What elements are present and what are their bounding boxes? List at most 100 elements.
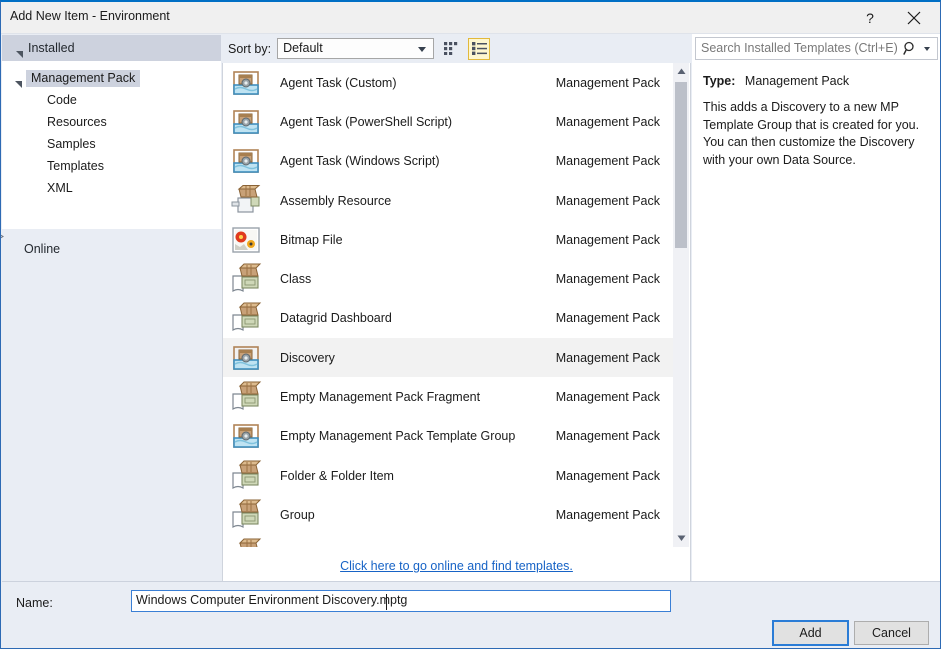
template-group-icon [230,145,262,177]
sort-by-dropdown[interactable]: Default [277,38,435,59]
template-kind: Management Pack [555,114,660,129]
chevron-down-icon [418,47,427,52]
template-kind: Management Pack [555,75,660,90]
online-label: Online [24,241,61,256]
template-list-item[interactable]: Group Management Pack [223,495,674,534]
detail-type-value: Management Pack [744,74,850,88]
help-icon[interactable]: ? [848,2,892,33]
search-icon[interactable] [903,41,917,59]
templates-scrollbar[interactable] [673,63,689,547]
left-navigation-pane: Installed Management Pack Code Resources… [1,34,221,559]
template-category-tree: Management Pack Code Resources Samples T… [2,61,221,229]
search-placeholder: Search Installed Templates (Ctrl+E) [701,41,898,55]
template-name: Assembly Resource [280,193,392,208]
templates-list: Agent Task (Custom) Management Pack Agent … [223,63,674,547]
sort-by-label: Sort by: [228,41,272,56]
tree-item-label: Code [47,93,77,107]
template-name: Agent Task (Windows Script) [280,154,440,169]
detail-description: This adds a Discovery to a new MP Templa… [703,100,920,167]
management-pack-fragment-icon [230,460,262,492]
template-list-item[interactable]: Agent Task (PowerShell Script) Management… [223,102,674,141]
add-button[interactable]: Add [772,620,849,646]
close-icon[interactable] [892,2,936,33]
scrollbar-thumb[interactable] [675,82,687,248]
template-kind: Management Pack [555,507,660,522]
tree-item-templates[interactable]: Templates [2,155,221,177]
template-kind: Management Pack [555,350,660,365]
title-bar: Add New Item - Environment ? [1,2,940,34]
grid-view-glyph [444,42,458,55]
list-view-icon[interactable] [468,37,491,60]
scroll-up-icon[interactable] [673,63,689,80]
management-pack-fragment-icon [230,381,262,413]
template-name: Folder & Folder Item [280,468,394,483]
template-list-item[interactable]: Bitmap File Management Pack [223,220,674,259]
templates-list-panel: Agent Task (Custom) Management Pack Agent … [222,63,691,584]
template-kind: Management Pack [555,390,660,405]
tree-item-code[interactable]: Code [2,89,221,111]
template-group-icon [230,67,262,99]
template-name: Empty Management Pack Fragment [280,390,481,405]
scroll-down-icon[interactable] [673,530,689,547]
details-pane: Search Installed Templates (Ctrl+E) Type… [692,34,940,584]
tree-item-samples[interactable]: Samples [2,133,221,155]
template-group-icon [230,342,262,374]
template-list-item[interactable]: Folder & Folder Item Management Pack [223,456,674,495]
template-group-icon [230,420,262,452]
name-field-value: Windows Computer Environment Discovery.m… [136,593,408,607]
management-pack-fragment-icon [230,263,262,295]
installed-label: Installed [28,41,75,55]
template-list-item[interactable]: Empty Management Pack Fragment Management… [223,377,674,416]
tree-node-label: Management Pack [26,69,141,87]
tree-item-xml[interactable]: XML [2,177,221,199]
dialog-title: Add New Item - Environment [10,9,170,23]
search-glyph [903,41,914,55]
installed-section-header[interactable]: Installed [2,35,221,61]
template-kind: Management Pack [555,468,660,483]
tree-item-label: Samples [47,137,96,151]
tree-item-label: XML [47,181,73,195]
tree-item-resources[interactable]: Resources [2,111,221,133]
template-kind: Management Pack [555,232,660,247]
cancel-button[interactable]: Cancel [854,621,929,645]
template-name: Agent Task (Custom) [280,75,397,90]
template-list-item[interactable] [223,535,674,547]
template-kind: Management Pack [555,193,660,208]
assembly-resource-icon [230,184,262,217]
tree-item-label: Resources [47,115,107,129]
template-name: Bitmap File [280,232,343,247]
go-online-find-templates-link[interactable]: Click here to go online and find templat… [340,559,573,573]
management-pack-fragment-icon [230,302,262,334]
template-list-item[interactable]: Discovery Management Pack [223,338,674,378]
templates-toolbar: Sort by: Default [222,34,691,63]
templates-scrollport: Agent Task (Custom) Management Pack Agent … [223,63,674,547]
dialog-footer: Name: Windows Computer Environment Disco… [2,581,940,647]
search-input[interactable]: Search Installed Templates (Ctrl+E) [695,37,938,60]
template-name: Discovery [280,350,335,365]
bitmap-file-icon [230,224,262,256]
template-list-item[interactable]: Agent Task (Windows Script) Management Pa… [223,142,674,181]
add-new-item-dialog: Add New Item - Environment ? Installed M… [0,0,941,649]
management-pack-fragment-icon [230,499,262,531]
management-pack-fragment-icon [230,538,262,547]
online-templates-bar: Click here to go online and find templat… [223,548,690,583]
tree-item-label: Templates [47,159,104,173]
name-field[interactable]: Windows Computer Environment Discovery.m… [131,590,671,612]
template-list-item[interactable]: Empty Management Pack Template Group Mana… [223,417,674,456]
template-group-icon [230,106,262,138]
template-kind: Management Pack [555,311,660,326]
template-name: Datagrid Dashboard [280,311,392,326]
tree-node-management-pack[interactable]: Management Pack [2,67,221,89]
template-name: Group [280,507,315,522]
grid-view-icon[interactable] [440,38,462,60]
template-list-item[interactable]: Agent Task (Custom) Management Pack [223,63,674,102]
template-list-item[interactable]: Assembly Resource Management Pack [223,181,674,220]
template-list-item[interactable]: Class Management Pack [223,259,674,298]
close-glyph [907,11,921,24]
template-name: Agent Task (PowerShell Script) [280,114,453,129]
name-label: Name: [16,596,53,610]
list-view-glyph [471,42,487,55]
template-list-item[interactable]: Datagrid Dashboard Management Pack [223,299,674,338]
online-section-header[interactable]: Online [1,234,221,260]
chevron-down-icon[interactable] [924,47,930,51]
